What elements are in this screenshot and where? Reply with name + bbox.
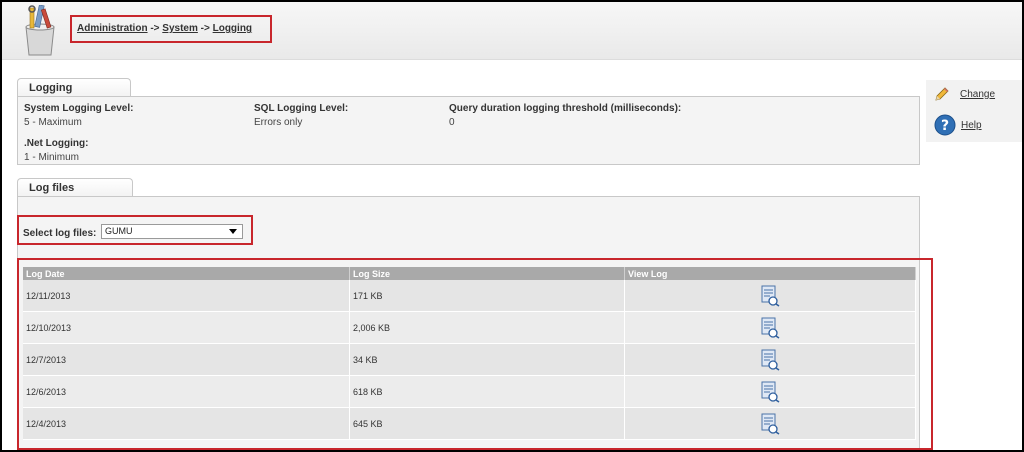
view-log-icon[interactable] [760, 317, 780, 339]
side-actions: Change ? Help [926, 80, 1022, 142]
select-log-files-label: Select log files: [23, 228, 97, 239]
net-logging: .Net Logging: 1 - Minimum [24, 138, 88, 163]
log-date-cell: 12/7/2013 [23, 344, 350, 376]
header-bar: Administration -> System -> Logging [2, 2, 1022, 60]
column-header-log-date[interactable]: Log Date [23, 267, 350, 280]
breadcrumb-separator: -> [150, 23, 160, 34]
view-log-cell [625, 408, 916, 440]
help-label: Help [961, 119, 982, 131]
table-row: 12/6/2013 618 KB [23, 376, 916, 408]
change-label: Change [960, 88, 996, 100]
sql-logging-level-value: Errors only [254, 117, 303, 128]
table-header-row: Log Date Log Size View Log [23, 267, 916, 280]
query-duration-threshold-label: Query duration logging threshold (millis… [449, 103, 682, 114]
sql-logging-level-label: SQL Logging Level: [254, 103, 349, 114]
log-size-cell: 34 KB [350, 344, 625, 376]
breadcrumb-logging[interactable]: Logging [213, 23, 252, 34]
system-logging-level-label: System Logging Level: [24, 103, 134, 114]
log-size-cell: 2,006 KB [350, 312, 625, 344]
net-logging-label: .Net Logging: [24, 138, 89, 149]
change-action[interactable]: Change [934, 86, 995, 102]
column-header-view-log: View Log [625, 267, 916, 280]
log-date-cell: 12/6/2013 [23, 376, 350, 408]
table-row: 12/7/2013 34 KB [23, 344, 916, 376]
log-date-cell: 12/11/2013 [23, 280, 350, 312]
view-log-icon[interactable] [760, 413, 780, 435]
view-log-icon[interactable] [760, 381, 780, 403]
table-row: 12/11/2013 171 KB [23, 280, 916, 312]
sql-logging-level: SQL Logging Level: Errors only [254, 103, 348, 128]
chevron-down-icon [229, 229, 237, 234]
query-duration-threshold: Query duration logging threshold (millis… [449, 103, 681, 128]
view-log-cell [625, 280, 916, 312]
view-log-icon[interactable] [760, 349, 780, 371]
tools-cup-icon [25, 5, 55, 56]
view-log-cell [625, 312, 916, 344]
table-row: 12/10/2013 2,006 KB [23, 312, 916, 344]
breadcrumb: Administration -> System -> Logging [77, 23, 252, 34]
page-frame: Administration -> System -> Logging Logg… [0, 0, 1024, 452]
breadcrumb-separator: -> [200, 23, 210, 34]
net-logging-value: 1 - Minimum [24, 152, 80, 163]
log-date-cell: 12/10/2013 [23, 312, 350, 344]
tab-log-files[interactable]: Log files [17, 178, 133, 197]
system-logging-level-value: 5 - Maximum [24, 117, 82, 128]
breadcrumb-administration[interactable]: Administration [77, 23, 148, 34]
log-size-cell: 645 KB [350, 408, 625, 440]
log-files-select-value: GUMU [105, 226, 133, 236]
view-log-cell [625, 376, 916, 408]
breadcrumb-system[interactable]: System [162, 23, 198, 34]
system-logging-level: System Logging Level: 5 - Maximum [24, 103, 133, 128]
log-size-cell: 171 KB [350, 280, 625, 312]
help-icon: ? [934, 114, 956, 136]
view-log-cell [625, 344, 916, 376]
query-duration-threshold-value: 0 [449, 117, 455, 128]
table-row: 12/4/2013 645 KB [23, 408, 916, 440]
svg-text:?: ? [941, 118, 949, 134]
log-size-cell: 618 KB [350, 376, 625, 408]
view-log-icon[interactable] [760, 285, 780, 307]
log-files-table: Log Date Log Size View Log 12/11/2013 17… [23, 267, 916, 440]
log-files-select[interactable]: GUMU [101, 224, 243, 239]
help-action[interactable]: ? Help [934, 114, 982, 136]
pencil-icon [935, 87, 949, 101]
column-header-log-size[interactable]: Log Size [350, 267, 625, 280]
log-date-cell: 12/4/2013 [23, 408, 350, 440]
tab-logging[interactable]: Logging [17, 78, 131, 97]
